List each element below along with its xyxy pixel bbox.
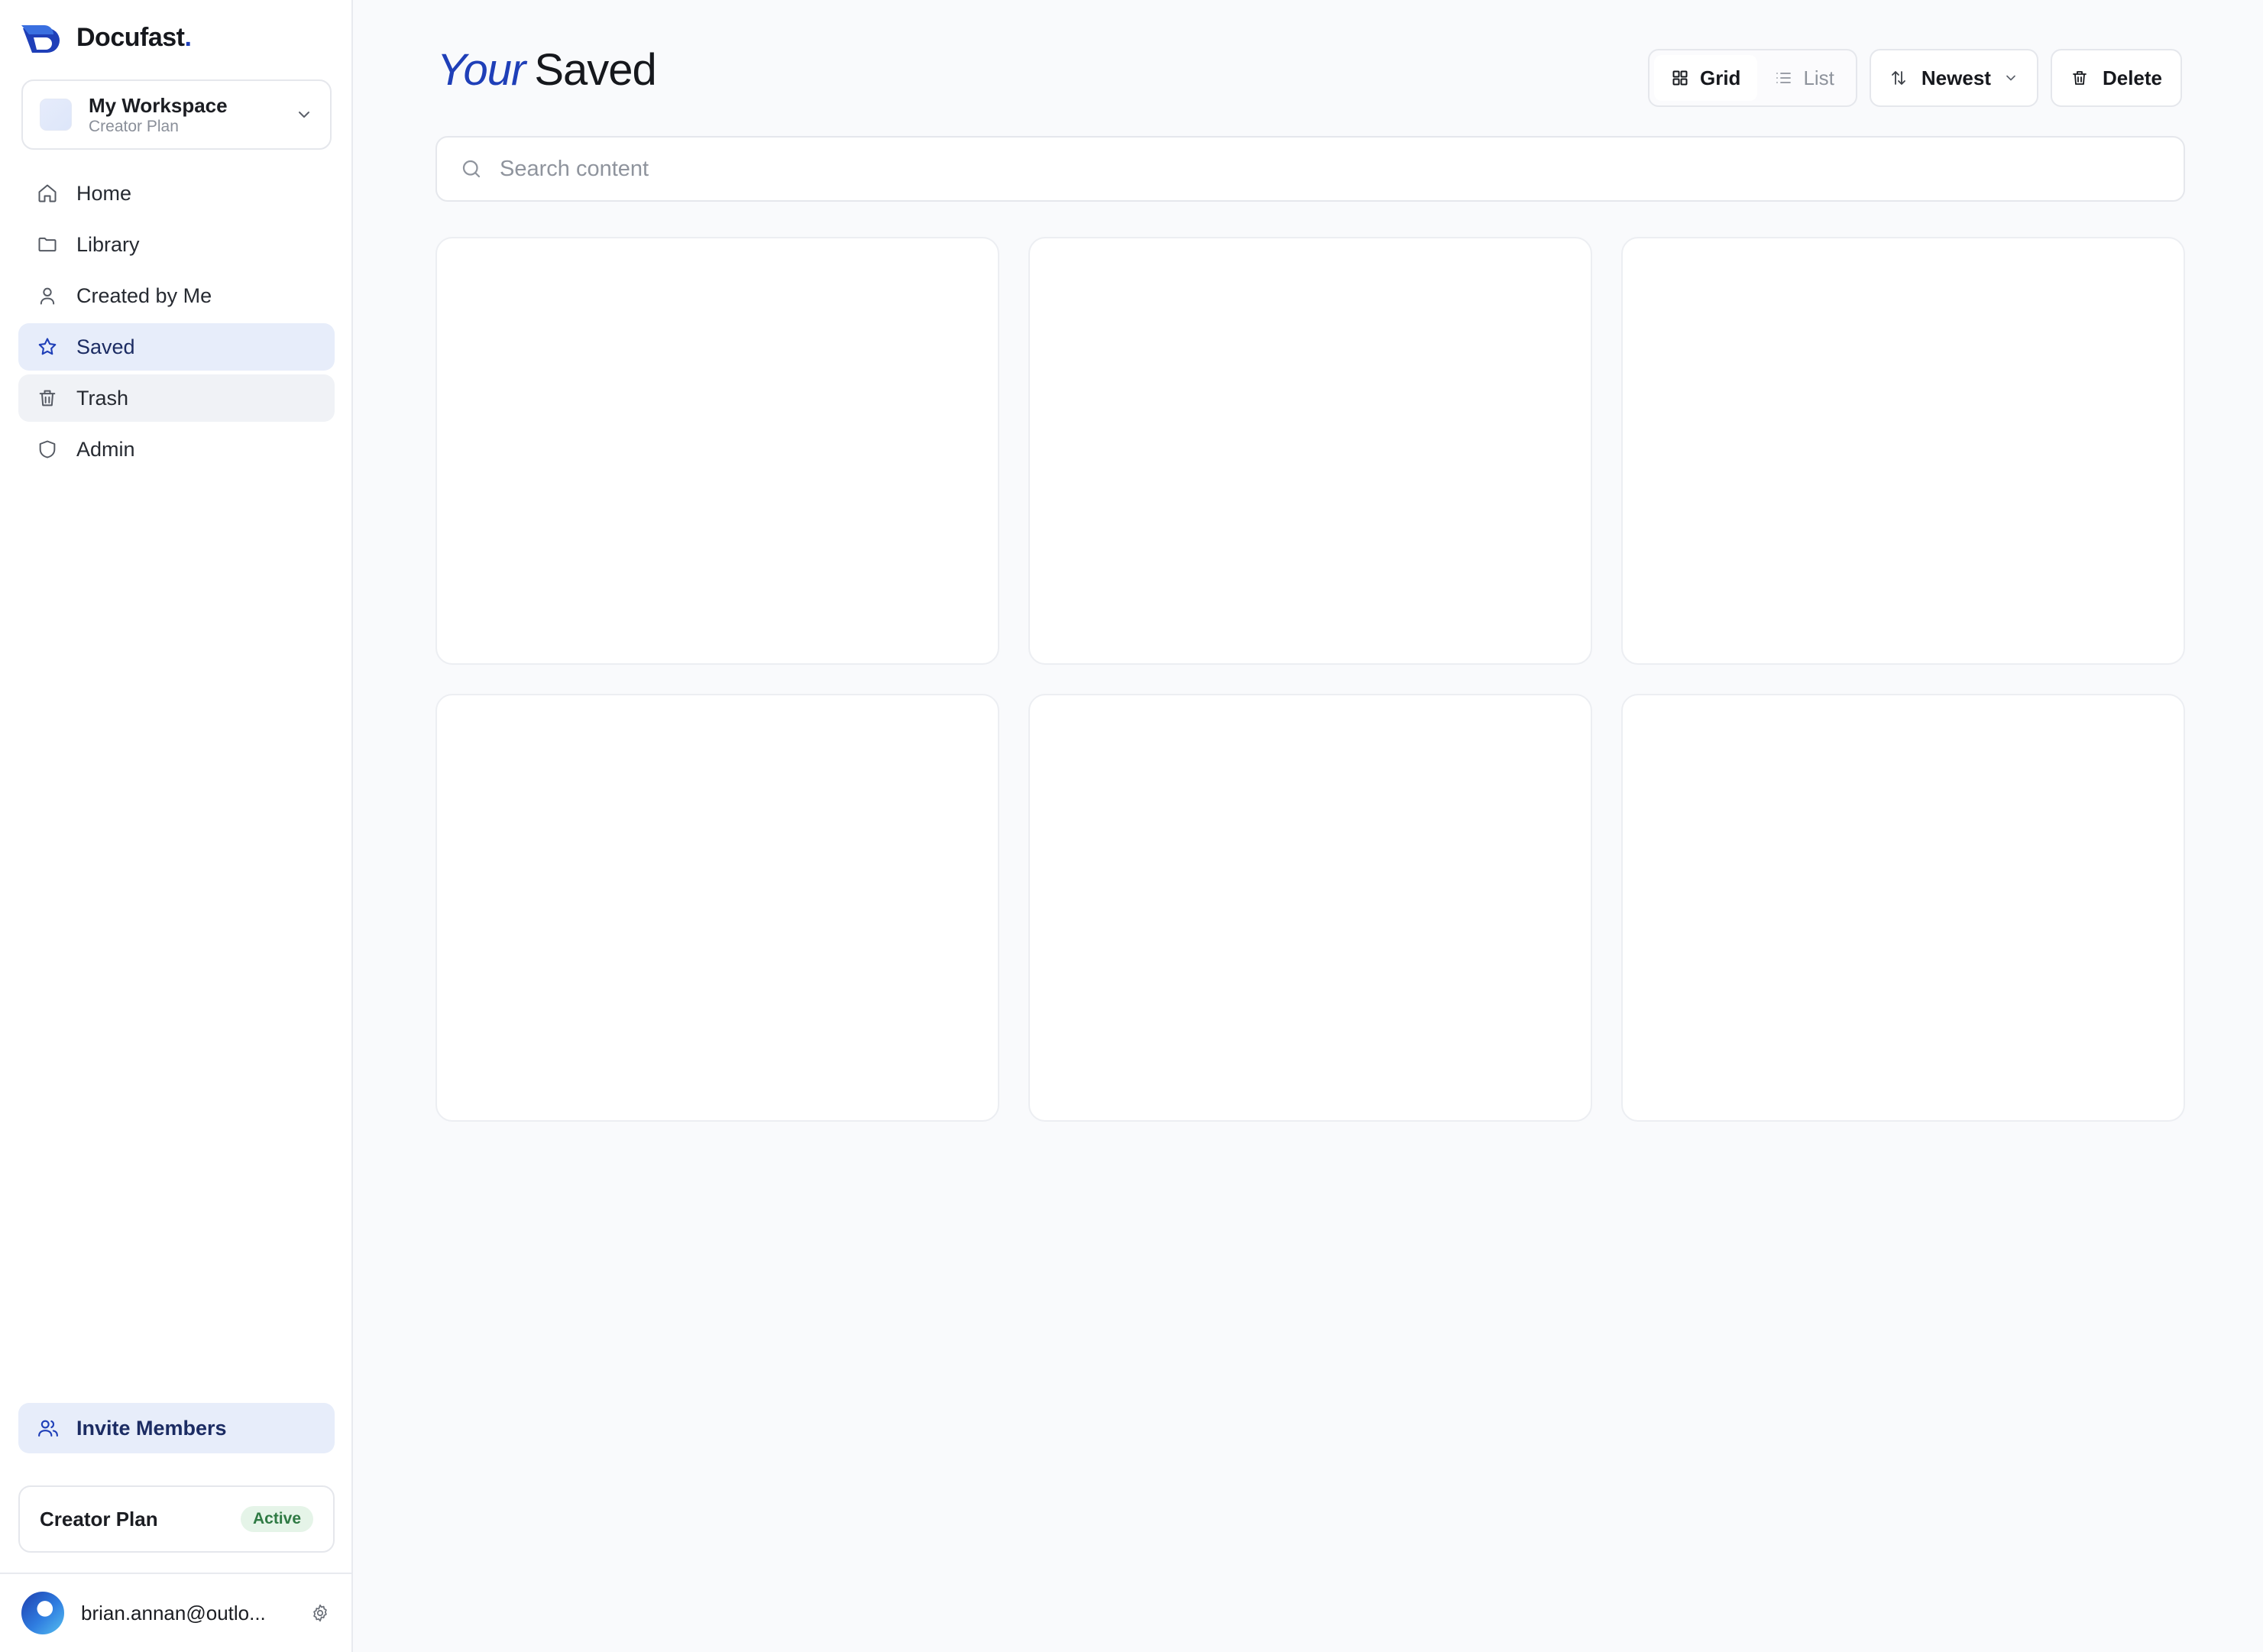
folder-icon bbox=[38, 237, 57, 252]
user-email: brian.annan@outlo... bbox=[81, 1601, 266, 1624]
sidebar-item-home[interactable]: Home bbox=[18, 170, 335, 217]
sidebar-item-label: Home bbox=[76, 181, 132, 205]
gear-icon[interactable] bbox=[310, 1603, 330, 1623]
sidebar-item-label: Created by Me bbox=[76, 283, 212, 307]
content-card[interactable] bbox=[1028, 237, 1592, 665]
trash-icon bbox=[2073, 71, 2087, 85]
workspace-switcher[interactable]: My Workspace Creator Plan bbox=[21, 79, 332, 150]
star-icon bbox=[38, 338, 57, 355]
delete-button[interactable]: Delete bbox=[2050, 49, 2182, 107]
invite-members-button[interactable]: Invite Members bbox=[18, 1403, 335, 1453]
invite-members-label: Invite Members bbox=[76, 1416, 227, 1440]
brand-name: Docufast. bbox=[76, 22, 192, 52]
status-badge: Active bbox=[240, 1506, 313, 1532]
view-grid-label: Grid bbox=[1699, 66, 1741, 89]
list-icon bbox=[1776, 73, 1792, 83]
content-card[interactable] bbox=[1621, 694, 2185, 1122]
content-card[interactable] bbox=[1621, 237, 2185, 665]
toolbar: Grid List Newest Delete bbox=[1647, 49, 2182, 107]
view-list-label: List bbox=[1803, 66, 1834, 89]
saved-content-grid bbox=[435, 237, 2185, 1122]
avatar bbox=[21, 1592, 64, 1634]
sort-label: Newest bbox=[1921, 66, 1991, 89]
main-content: Your Saved Grid List Newest Delete bbox=[353, 0, 2263, 1652]
view-list-button[interactable]: List bbox=[1757, 55, 1850, 101]
sidebar-item-library[interactable]: Library bbox=[18, 221, 335, 268]
search-icon bbox=[462, 160, 481, 178]
content-card[interactable] bbox=[1028, 694, 1592, 1122]
sidebar-item-saved[interactable]: Saved bbox=[18, 323, 335, 371]
brand-logo[interactable]: Docufast. bbox=[21, 20, 192, 55]
sidebar-item-label: Library bbox=[76, 232, 140, 256]
trash-icon bbox=[39, 390, 56, 407]
users-icon bbox=[38, 1420, 58, 1437]
sidebar-item-label: Trash bbox=[76, 386, 129, 410]
delete-label: Delete bbox=[2102, 66, 2162, 89]
sidebar-item-label: Admin bbox=[76, 437, 135, 461]
sidebar: Docufast. My Workspace Creator Plan Home… bbox=[0, 0, 353, 1652]
user-profile[interactable]: brian.annan@outlo... bbox=[0, 1573, 351, 1652]
chevron-down-icon bbox=[2006, 75, 2015, 81]
plan-name: Creator Plan bbox=[40, 1507, 158, 1531]
docufast-logo-icon bbox=[21, 25, 60, 53]
shield-icon bbox=[39, 440, 56, 458]
view-grid-button[interactable]: Grid bbox=[1653, 55, 1758, 101]
workspace-name: My Workspace bbox=[89, 94, 228, 117]
plan-card[interactable]: Creator Plan Active bbox=[18, 1485, 335, 1553]
sort-dropdown[interactable]: Newest bbox=[1869, 49, 2038, 107]
sidebar-nav: Home Library Created by Me Saved Trash A… bbox=[18, 170, 335, 477]
sidebar-item-label: Saved bbox=[76, 335, 135, 358]
page-title: Your Saved bbox=[437, 44, 657, 96]
sidebar-item-created-by-me[interactable]: Created by Me bbox=[18, 272, 335, 319]
user-icon bbox=[40, 287, 55, 305]
workspace-avatar bbox=[40, 99, 72, 131]
grid-icon bbox=[1672, 70, 1688, 86]
sidebar-item-admin[interactable]: Admin bbox=[18, 426, 335, 473]
search-input[interactable] bbox=[500, 156, 1951, 182]
page-title-text: Saved bbox=[534, 45, 656, 95]
content-card[interactable] bbox=[435, 237, 999, 665]
search-bar[interactable] bbox=[435, 136, 2185, 202]
sidebar-item-trash[interactable]: Trash bbox=[18, 374, 335, 422]
workspace-plan: Creator Plan bbox=[89, 118, 179, 135]
content-card[interactable] bbox=[435, 694, 999, 1122]
page-title-accent: Your bbox=[437, 45, 526, 95]
sort-arrows-icon bbox=[1892, 71, 1905, 85]
chevron-down-icon bbox=[299, 112, 309, 118]
workspace-info: My Workspace Creator Plan bbox=[89, 93, 295, 136]
view-toggle: Grid List bbox=[1647, 49, 1857, 107]
home-icon bbox=[38, 184, 57, 202]
